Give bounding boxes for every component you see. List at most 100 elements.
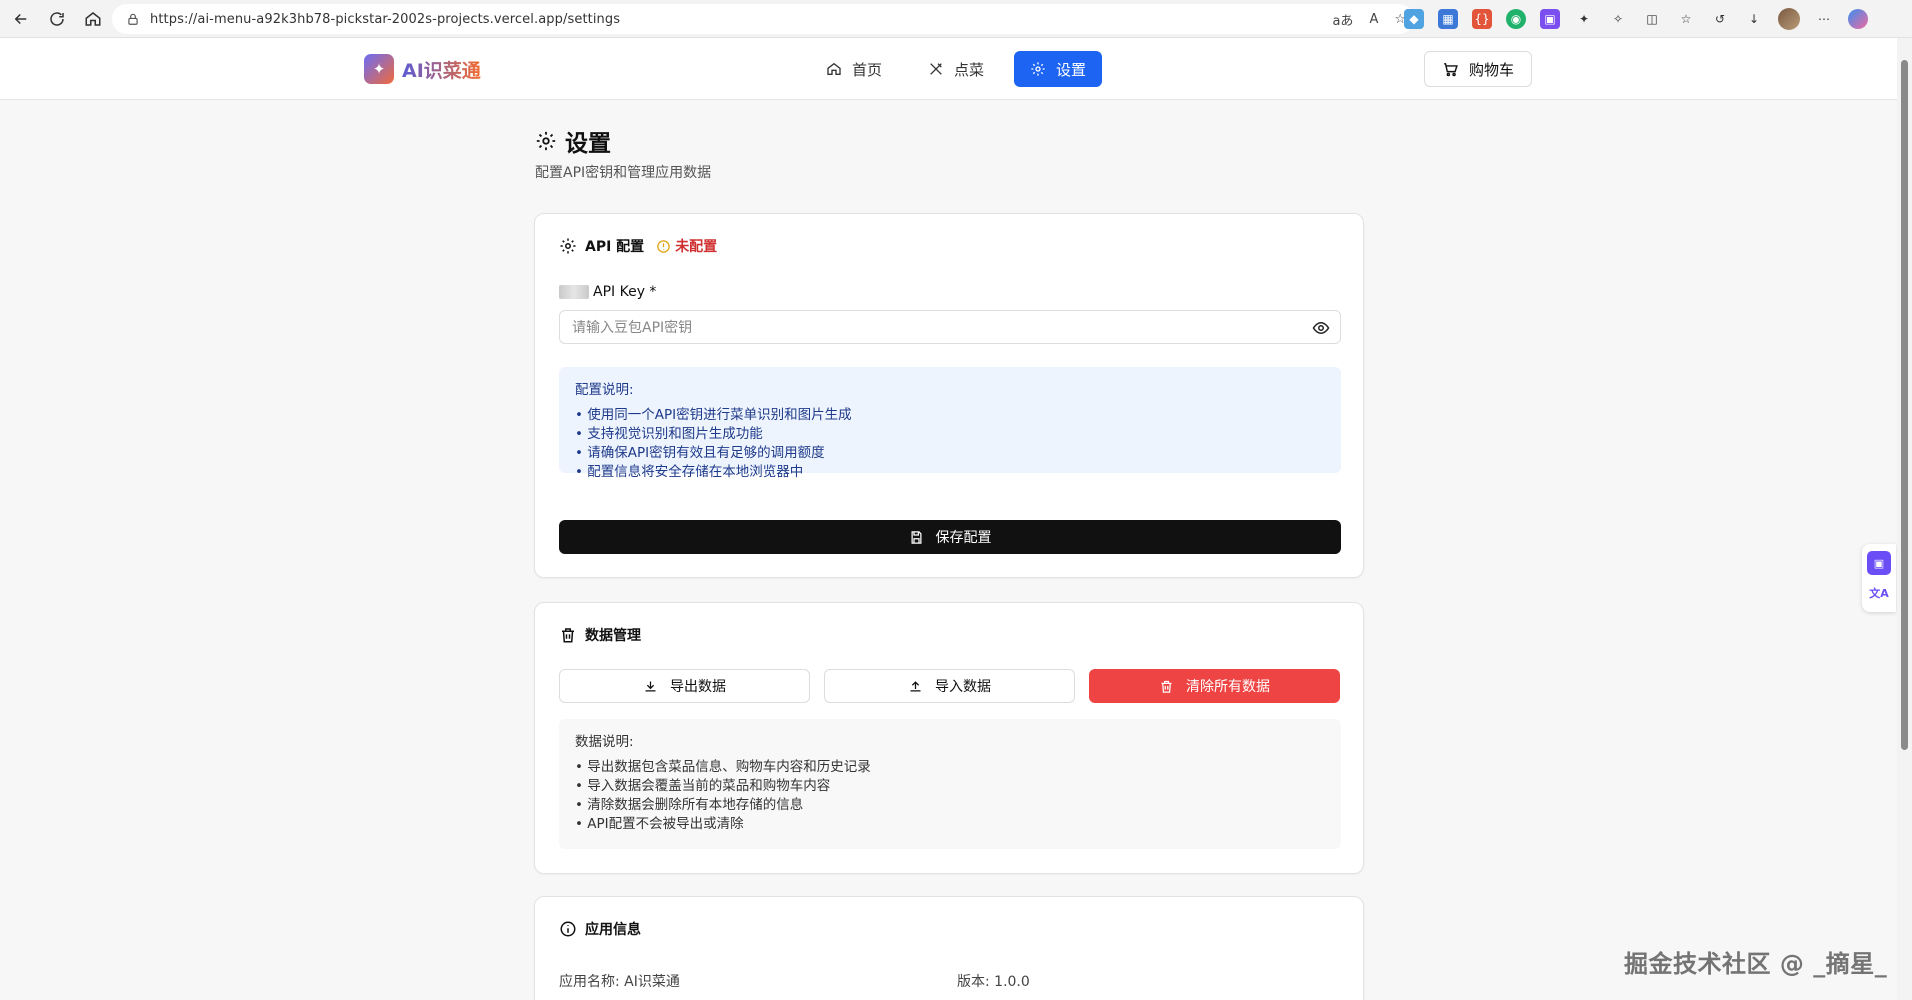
download-icon — [645, 681, 656, 691]
favorites-icon[interactable]: ☆ — [1676, 9, 1696, 29]
import-data-button[interactable]: 导入数据 — [824, 669, 1075, 703]
export-data-button[interactable]: 导出数据 — [559, 669, 810, 703]
export-data-label: 导出数据 — [670, 679, 726, 695]
reload-icon[interactable] — [42, 4, 72, 34]
extension-code-icon[interactable]: {} — [1472, 9, 1492, 29]
sparkle-logo-icon: ✦ — [364, 54, 394, 84]
app-card-header: 应用信息 — [559, 919, 641, 939]
text-size-icon[interactable]: A — [1369, 12, 1378, 27]
nav-settings-label: 设置 — [1056, 60, 1087, 79]
api-config-card: API 配置 未配置 API Key * 请输入豆包API密钥 配置说明: 使用… — [534, 213, 1364, 578]
api-key-label-text: API Key * — [593, 284, 657, 300]
nav-order[interactable]: 点菜 — [912, 51, 1000, 87]
blurred-text — [559, 285, 589, 299]
save-icon — [911, 530, 921, 544]
split-screen-icon[interactable]: ◫ — [1642, 9, 1662, 29]
page-title: 设置 — [535, 124, 611, 158]
status-badge: 未配置 — [656, 236, 717, 256]
url-text[interactable]: https://ai-menu-a92k3hb78-pickstar-2002s… — [150, 12, 620, 27]
extension-puzzle-leaf-icon[interactable]: ✦ — [1574, 9, 1594, 29]
gear-icon — [560, 238, 576, 254]
list-item: 导入数据会覆盖当前的菜品和购物车内容 — [575, 777, 1325, 796]
trash-icon — [1161, 680, 1172, 693]
list-item: 导出数据包含菜品信息、购物车内容和历史记录 — [575, 758, 1325, 777]
upload-icon — [910, 680, 921, 691]
utensils-icon — [930, 63, 942, 75]
extension-apps-icon[interactable]: ▦ — [1438, 9, 1458, 29]
data-card-header: 数据管理 — [559, 625, 641, 645]
list-item: 清除数据会删除所有本地存储的信息 — [575, 796, 1325, 815]
list-item: 支持视觉识别和图片生成功能 — [575, 425, 1325, 444]
app-header: ✦ AI识菜通 首页 点菜 设置 购物车 — [0, 38, 1897, 100]
profile-avatar[interactable] — [1778, 8, 1800, 30]
translate-icon[interactable]: 文A — [1867, 581, 1891, 605]
extension-shield-icon[interactable]: ◆ — [1404, 9, 1424, 29]
nav-settings[interactable]: 设置 — [1014, 51, 1103, 87]
extension-chat-icon[interactable]: ▣ — [1540, 9, 1560, 29]
config-info-box: 配置说明: 使用同一个API密钥进行菜单识别和图片生成 支持视觉识别和图片生成功… — [559, 367, 1341, 480]
chat-assistant-icon[interactable]: ▣ — [1867, 551, 1891, 575]
logo-text: AI识菜通 — [402, 56, 481, 83]
copilot-icon[interactable] — [1848, 9, 1868, 29]
api-card-header: API 配置 未配置 — [559, 236, 717, 256]
list-item: 配置信息将安全存储在本地浏览器中 — [575, 463, 1325, 482]
app-name-row: 应用名称: AI识菜通 — [559, 971, 680, 991]
address-bar[interactable]: https://ai-menu-a92k3hb78-pickstar-2002s… — [112, 4, 1414, 34]
back-icon[interactable] — [6, 4, 36, 34]
data-card-title: 数据管理 — [585, 628, 641, 644]
list-item: API配置不会被导出或清除 — [575, 815, 1325, 834]
api-key-label: API Key * — [559, 284, 656, 300]
eye-icon[interactable] — [1312, 319, 1330, 337]
info-icon — [560, 921, 576, 937]
app-card-title: 应用信息 — [585, 922, 641, 938]
data-info-title: 数据说明: — [575, 734, 634, 750]
status-text: 未配置 — [675, 239, 718, 255]
gear-icon — [536, 131, 556, 151]
read-aloud-icon[interactable]: aあ — [1332, 10, 1353, 29]
downloads-icon[interactable]: ↓ — [1744, 9, 1764, 29]
data-actions: 导出数据 导入数据 清除所有数据 — [559, 669, 1340, 703]
version-label: 版本: — [957, 974, 990, 990]
import-data-label: 导入数据 — [935, 679, 991, 695]
scrollbar[interactable] — [1897, 38, 1912, 1000]
history-icon[interactable]: ↺ — [1710, 9, 1730, 29]
api-key-placeholder: 请输入豆包API密钥 — [572, 320, 693, 336]
clear-all-data-button[interactable]: 清除所有数据 — [1089, 669, 1340, 703]
api-card-title: API 配置 — [585, 239, 645, 255]
config-info-list: 使用同一个API密钥进行菜单识别和图片生成 支持视觉识别和图片生成功能 请确保A… — [575, 406, 1325, 482]
cart-button[interactable]: 购物车 — [1424, 51, 1532, 87]
version-value: 1.0.0 — [994, 974, 1030, 990]
home-icon — [827, 62, 841, 75]
page-subtitle: 配置API密钥和管理应用数据 — [535, 165, 712, 181]
cart-label: 购物车 — [1468, 60, 1514, 79]
gear-icon — [1031, 62, 1045, 76]
page-title-text: 设置 — [565, 131, 611, 157]
save-config-button[interactable]: 保存配置 — [559, 520, 1341, 554]
list-item: 使用同一个API密钥进行菜单识别和图片生成 — [575, 406, 1325, 425]
nav-home[interactable]: 首页 — [810, 51, 898, 87]
cart-icon — [1444, 62, 1458, 76]
site-info-icon[interactable] — [126, 12, 140, 26]
save-config-label: 保存配置 — [935, 530, 992, 546]
logo[interactable]: ✦ AI识菜通 — [364, 54, 481, 84]
browser-toolbar: https://ai-menu-a92k3hb78-pickstar-2002s… — [0, 0, 1912, 38]
data-info-list: 导出数据包含菜品信息、购物车内容和历史记录 导入数据会覆盖当前的菜品和购物车内容… — [575, 758, 1325, 834]
app-name-label: 应用名称: — [559, 974, 620, 990]
extensions-puzzle-icon[interactable]: ✧ — [1608, 9, 1628, 29]
data-management-card: 数据管理 导出数据 导入数据 清除所有数据 数据说明: 导出数据包含菜品信息、购… — [534, 602, 1364, 874]
scroll-thumb[interactable] — [1901, 60, 1908, 750]
nav-home-label: 首页 — [852, 60, 883, 79]
app-name-value: AI识菜通 — [624, 974, 680, 990]
clear-all-data-label: 清除所有数据 — [1186, 679, 1270, 695]
home-browser-icon[interactable] — [78, 4, 108, 34]
nav-order-label: 点菜 — [954, 60, 985, 79]
main-nav: 首页 点菜 设置 — [810, 51, 1103, 87]
data-info-box: 数据说明: 导出数据包含菜品信息、购物车内容和历史记录 导入数据会覆盖当前的菜品… — [559, 719, 1341, 849]
api-key-input[interactable]: 请输入豆包API密钥 — [559, 310, 1341, 344]
more-menu-icon[interactable]: ⋯ — [1814, 9, 1834, 29]
alert-circle-icon — [657, 239, 670, 253]
app-info-card: 应用信息 应用名称: AI识菜通 版本: 1.0.0 — [534, 896, 1364, 1000]
watermark: 掘金技术社区 @ _摘星_ — [1624, 950, 1888, 978]
extension-green-icon[interactable]: ◉ — [1506, 9, 1526, 29]
config-info-title: 配置说明: — [575, 382, 634, 398]
